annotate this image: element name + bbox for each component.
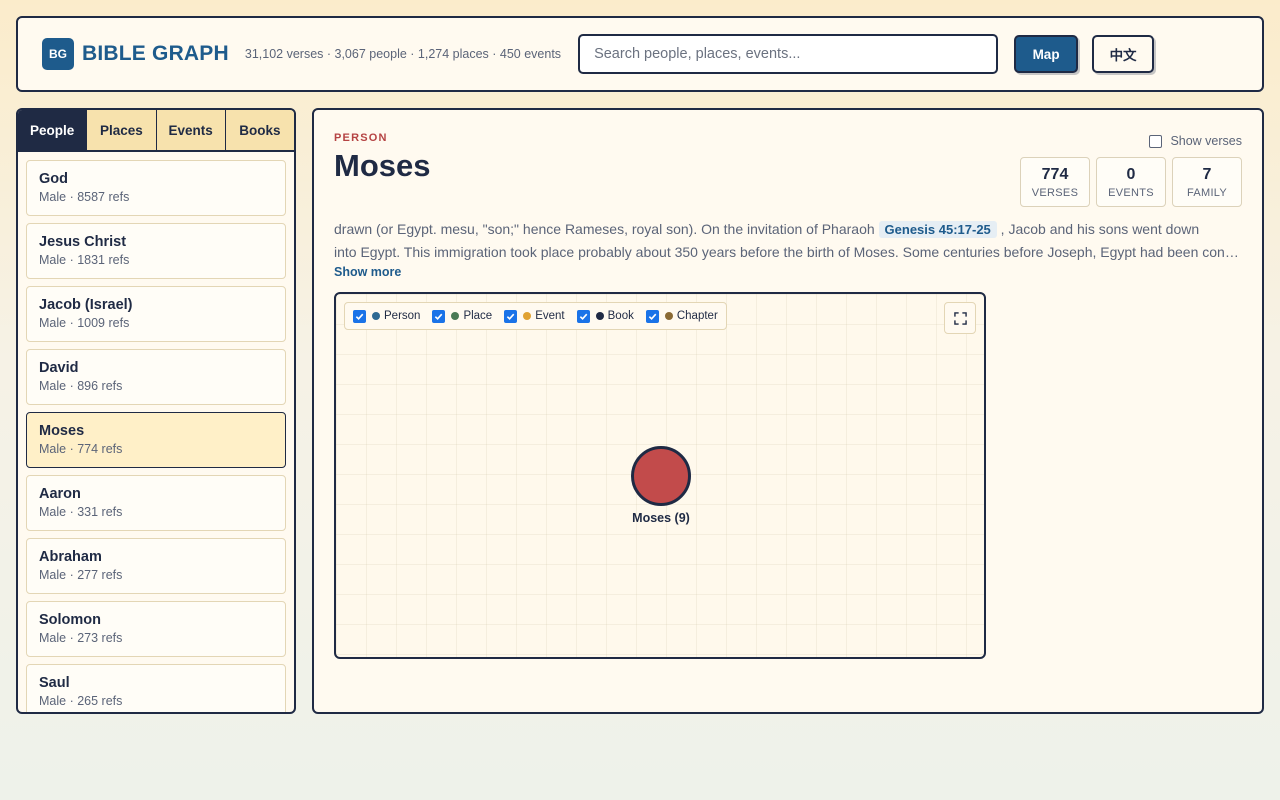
legend-dot [451,312,460,320]
graph-legend: Person Place Event Book Chapter [344,302,727,330]
node-circle[interactable] [631,446,691,506]
stat-verses-label: VERSES [1031,186,1079,199]
sidebar: People Places Events Books God Male · 85… [16,108,296,714]
app-title: BIBLE GRAPH [82,42,229,65]
item-name: David [39,360,79,376]
item-meta: Male · 8587 refs [39,190,130,204]
legend-label: Chapter [676,310,718,322]
graph-node-moses[interactable]: Moses (9) [616,446,706,525]
stat-verses-value: 774 [1041,165,1069,183]
list-item[interactable]: Jesus Christ Male · 1831 refs [26,223,286,279]
stat-verses: 774 VERSES [1020,157,1090,207]
item-name: Moses [39,423,85,439]
list-item[interactable]: God Male · 8587 refs [26,160,286,216]
node-label: Moses (9) [632,511,690,525]
item-meta: Male · 896 refs [39,379,123,393]
item-meta: Male · 277 refs [39,568,123,582]
legend-label: Event [535,310,565,322]
legend-item-person[interactable]: Person [353,309,421,323]
item-meta: Male · 265 refs [39,694,123,708]
show-verses-label: Show verses [1170,134,1242,148]
legend-label: Book [607,310,634,322]
legend-label: Person [384,310,421,322]
checkbox-icon[interactable] [432,309,446,323]
tab-books[interactable]: Books [225,110,294,150]
legend-dot [664,312,673,320]
item-name: Saul [39,675,70,691]
tab-events[interactable]: Events [156,110,226,150]
list-item[interactable]: Jacob (Israel) Male · 1009 refs [26,286,286,342]
legend-dot [595,312,604,320]
list-item[interactable]: Abraham Male · 277 refs [26,538,286,594]
checkbox-icon[interactable] [576,309,590,323]
legend-item-event[interactable]: Event [504,309,565,323]
show-verses-checkbox[interactable] [1149,134,1163,148]
sidebar-tabs: People Places Events Books [18,110,294,152]
checkbox-icon[interactable] [353,309,366,323]
legend-item-book[interactable]: Book [576,309,634,323]
stat-family: 7 FAMILY [1172,157,1242,207]
description-line-2: into Egypt. This immigration took place … [334,244,1244,260]
people-list[interactable]: God Male · 8587 refs Jesus Christ Male ·… [18,152,294,712]
item-name: Aaron [39,486,81,502]
tab-people[interactable]: People [18,110,88,150]
show-more-link[interactable]: Show more [334,265,401,279]
search-input[interactable] [578,34,999,74]
detail-panel: PERSON Moses Show verses 774 VERSES 0 EV… [312,108,1264,714]
item-meta: Male · 1831 refs [39,253,130,267]
corpus-stats: 31,102 verses · 3,067 people · 1,274 pla… [244,47,562,61]
checkbox-icon[interactable] [504,309,518,323]
list-item[interactable]: Aaron Male · 331 refs [26,475,286,531]
language-toggle-button[interactable]: 中文 [1092,35,1155,73]
legend-item-chapter[interactable]: Chapter [645,309,718,323]
stat-events-value: 0 [1126,165,1136,183]
show-verses-toggle[interactable]: Show verses [1149,134,1242,148]
legend-dot [523,312,532,320]
item-meta: Male · 774 refs [39,442,123,456]
description-text: drawn (or Egypt. mesu, "son;" hence Rame… [334,221,879,237]
item-meta: Male · 273 refs [39,631,123,645]
tab-places[interactable]: Places [87,110,157,150]
legend-item-place[interactable]: Place [432,309,493,323]
item-name: Abraham [39,549,102,565]
graph-canvas[interactable]: Person Place Event Book Chapter Moses (9… [334,292,986,659]
item-meta: Male · 1009 refs [39,316,130,330]
legend-label: Place [463,310,493,322]
stat-family-label: FAMILY [1186,186,1228,199]
verse-reference-link[interactable]: Genesis 45:17-25 [878,221,997,238]
stat-family-value: 7 [1202,165,1212,183]
list-item-selected[interactable]: Moses Male · 774 refs [26,412,286,468]
entity-title: Moses [334,148,431,183]
item-name: Jesus Christ [39,234,127,250]
stat-events: 0 EVENTS [1096,157,1166,207]
description-text: , Jacob and his sons went down [996,221,1200,237]
list-item[interactable]: Saul Male · 265 refs [26,664,286,712]
logo-badge: BG [42,38,74,70]
description-line-1: drawn (or Egypt. mesu, "son;" hence Rame… [334,218,1244,241]
item-name: God [39,171,68,187]
item-name: Solomon [39,612,102,628]
list-item[interactable]: David Male · 896 refs [26,349,286,405]
item-name: Jacob (Israel) [39,297,133,313]
item-meta: Male · 331 refs [39,505,123,519]
map-button[interactable]: Map [1014,35,1079,73]
fullscreen-button[interactable] [944,302,976,334]
stat-boxes: 774 VERSES 0 EVENTS 7 FAMILY [1020,157,1242,207]
entity-kind: PERSON [334,132,388,144]
expand-icon [953,311,967,325]
list-item[interactable]: Solomon Male · 273 refs [26,601,286,657]
app-header: BG BIBLE GRAPH 31,102 verses · 3,067 peo… [16,16,1264,92]
legend-dot [372,312,380,320]
checkbox-icon[interactable] [645,309,659,323]
entity-description: drawn (or Egypt. mesu, "son;" hence Rame… [334,218,1244,263]
stat-events-label: EVENTS [1108,186,1154,199]
